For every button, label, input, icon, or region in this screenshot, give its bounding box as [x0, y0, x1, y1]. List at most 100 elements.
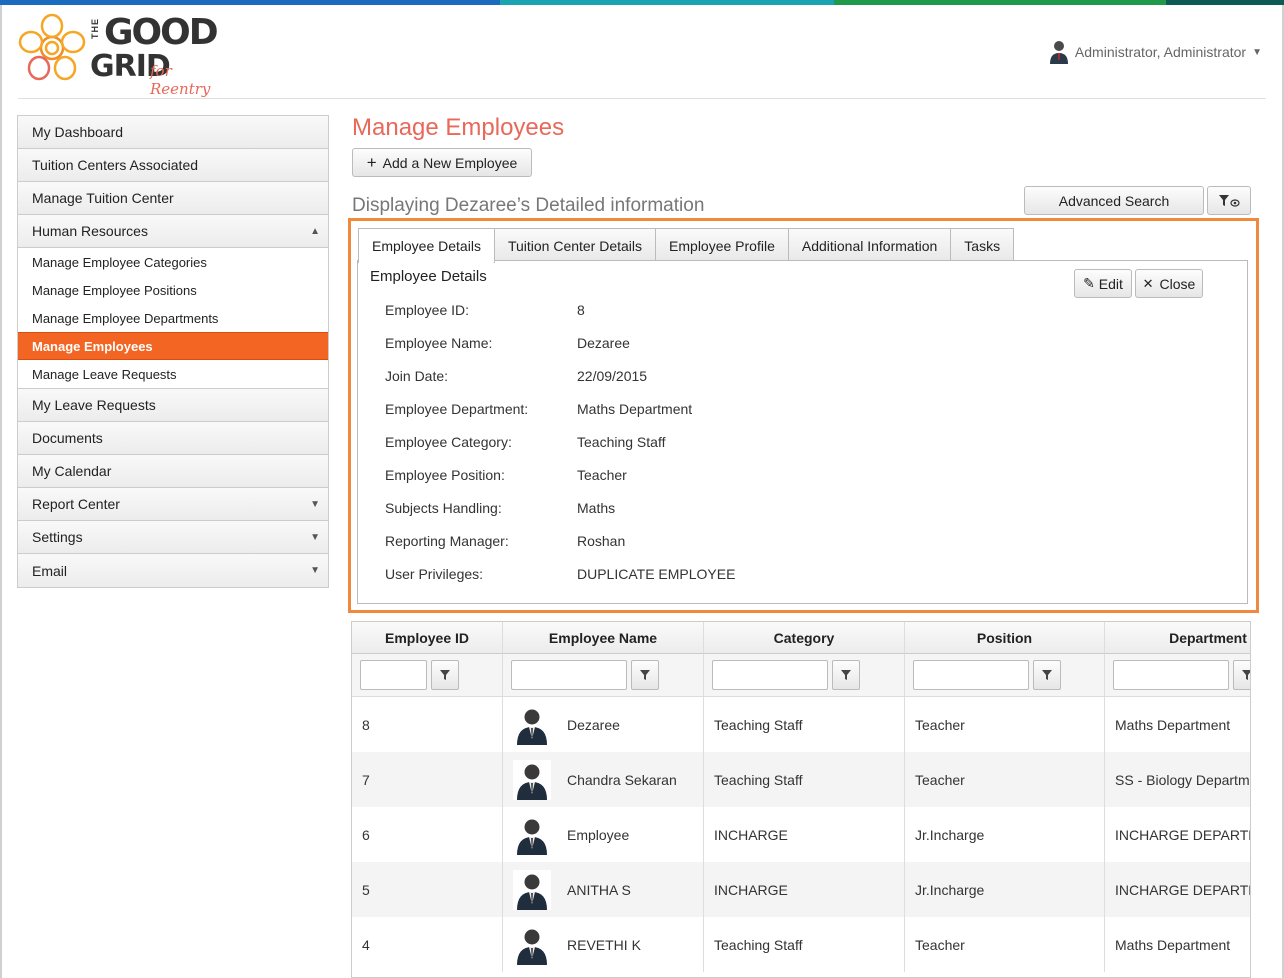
employee-avatar-icon — [517, 819, 547, 855]
sidebar-item-tuition-centers-associated[interactable]: Tuition Centers Associated — [18, 149, 328, 182]
cell-position: Teacher — [905, 752, 1105, 807]
sidebar-item-my-leave-requests[interactable]: My Leave Requests — [18, 389, 328, 422]
cell-category: Teaching Staff — [704, 697, 905, 752]
filter-cell-name — [503, 654, 704, 697]
close-button[interactable]: ✕ Close — [1135, 269, 1203, 298]
filter-eye-icon — [1219, 194, 1240, 207]
logo-the-text: THE — [90, 18, 100, 39]
filter-input-position[interactable] — [913, 660, 1029, 690]
cell-name-text: Chandra Sekaran — [567, 771, 677, 788]
sidebar-subitem-leave-requests[interactable]: Manage Leave Requests — [18, 360, 328, 388]
field-label: Employee Position: — [385, 467, 505, 483]
field-subjects: Subjects Handling: Maths — [385, 500, 615, 516]
logo[interactable]: THE GOOD GRID for Reentry — [16, 12, 236, 98]
field-department: Employee Department: Maths Department — [385, 401, 692, 417]
sidebar-subitem-label: Manage Employee Departments — [32, 310, 219, 326]
filter-icon[interactable] — [631, 660, 659, 690]
sidebar-item-label: Report Center — [32, 496, 120, 512]
table-row[interactable]: 8 Dezaree Teaching Staff Teacher Maths D… — [352, 697, 1250, 752]
advanced-search-label: Advanced Search — [1058, 192, 1170, 209]
advanced-search-button[interactable]: Advanced Search — [1024, 186, 1204, 215]
sidebar-item-settings[interactable]: Settings ▼ — [18, 521, 328, 554]
pencil-icon: ✎ — [1083, 275, 1095, 291]
field-join-date: Join Date: 22/09/2015 — [385, 368, 647, 384]
grid-header-row: Employee ID Employee Name Category Posit… — [352, 622, 1250, 654]
filter-input-department[interactable] — [1113, 660, 1229, 690]
filter-icon[interactable] — [1033, 660, 1061, 690]
tab-tuition-center-details[interactable]: Tuition Center Details — [493, 228, 657, 262]
column-header-employee-id[interactable]: Employee ID — [352, 622, 503, 654]
cell-name-text: REVETHI K — [567, 936, 641, 953]
cell-department: SS - Biology Department — [1105, 752, 1250, 807]
sidebar-item-manage-tuition-center[interactable]: Manage Tuition Center — [18, 182, 328, 215]
header-divider — [18, 98, 1266, 99]
user-menu[interactable]: Administrator, Administrator ▼ — [1049, 40, 1262, 64]
column-header-category[interactable]: Category — [704, 622, 905, 654]
filter-icon[interactable] — [431, 660, 459, 690]
sidebar-subitem-manage-employees[interactable]: Manage Employees — [18, 332, 328, 360]
sidebar-item-label: Settings — [32, 529, 83, 545]
field-value: Dezaree — [577, 335, 630, 351]
field-value: 8 — [577, 302, 585, 318]
sidebar-item-email[interactable]: Email ▼ — [18, 554, 328, 587]
detail-tabs: Employee Details Tuition Center Details … — [358, 228, 1015, 263]
tab-additional-information[interactable]: Additional Information — [787, 228, 952, 262]
table-row[interactable]: 7 Chandra Sekaran Teaching Staff Teacher… — [352, 752, 1250, 807]
filter-cell-id — [352, 654, 503, 697]
sidebar-item-my-calendar[interactable]: My Calendar — [18, 455, 328, 488]
sidebar-item-documents[interactable]: Documents — [18, 422, 328, 455]
sidebar-item-label: Email — [32, 562, 68, 579]
filter-icon[interactable] — [832, 660, 860, 690]
sidebar-item-my-dashboard[interactable]: My Dashboard — [18, 116, 328, 149]
filter-input-category[interactable] — [712, 660, 828, 690]
cell-name: ANITHA S — [503, 862, 704, 917]
tab-employee-profile[interactable]: Employee Profile — [655, 228, 789, 262]
page-title: Manage Employees — [352, 114, 565, 141]
sidebar-submenu: Manage Employee Categories Manage Employ… — [18, 248, 328, 389]
table-row[interactable]: 5 ANITHA S INCHARGE Jr.Incharge INCHARGE… — [352, 862, 1250, 917]
cell-category: Teaching Staff — [704, 917, 905, 972]
close-label: Close — [1159, 275, 1196, 292]
sidebar-subitem-label: Manage Leave Requests — [32, 366, 177, 382]
filter-visibility-button[interactable] — [1207, 186, 1251, 215]
employee-grid: Employee ID Employee Name Category Posit… — [351, 621, 1251, 978]
sidebar-item-report-center[interactable]: Report Center ▼ — [18, 488, 328, 521]
top-color-strip — [0, 0, 1284, 5]
cell-category: INCHARGE — [704, 807, 905, 862]
field-label: Subjects Handling: — [385, 500, 502, 516]
edit-label: Edit — [1098, 275, 1123, 292]
employee-avatar-icon — [513, 759, 551, 800]
sidebar-subitem-employee-categories[interactable]: Manage Employee Categories — [18, 248, 328, 276]
field-label: Employee ID: — [385, 302, 470, 318]
sidebar-item-label: Human Resources — [32, 223, 148, 239]
sidebar-subitem-employee-departments[interactable]: Manage Employee Departments — [18, 304, 328, 332]
tab-tasks[interactable]: Tasks — [950, 228, 1015, 262]
table-row[interactable]: 6 Employee INCHARGE Jr.Incharge INCHARGE… — [352, 807, 1250, 862]
chevron-down-icon: ▼ — [310, 565, 320, 576]
cell-department: INCHARGE DEPARTMENT — [1105, 807, 1250, 862]
cell-name: Chandra Sekaran — [503, 752, 704, 807]
user-name: Administrator, Administrator — [1074, 44, 1247, 60]
field-position: Employee Position: Teacher — [385, 467, 627, 483]
field-employee-name: Employee Name: Dezaree — [385, 335, 630, 351]
cell-department: Maths Department — [1105, 697, 1250, 752]
edit-button[interactable]: ✎ Edit — [1074, 269, 1132, 298]
sidebar: My Dashboard Tuition Centers Associated … — [17, 115, 329, 588]
column-header-department[interactable]: Department — [1105, 622, 1250, 654]
filter-icon[interactable] — [1233, 660, 1250, 690]
field-user-privileges: User Privileges: DUPLICATE EMPLOYEE — [385, 566, 735, 582]
tab-employee-details[interactable]: Employee Details — [358, 228, 495, 263]
filter-input-id[interactable] — [360, 660, 427, 690]
column-header-position[interactable]: Position — [905, 622, 1105, 654]
sidebar-subitem-employee-positions[interactable]: Manage Employee Positions — [18, 276, 328, 304]
field-label: Employee Name: — [385, 335, 493, 351]
add-employee-button[interactable]: + Add a New Employee — [352, 148, 532, 177]
filter-input-name[interactable] — [511, 660, 627, 690]
sidebar-item-label: Manage Tuition Center — [32, 190, 174, 206]
table-row[interactable]: 4 REVETHI K Teaching Staff Teacher Maths… — [352, 917, 1250, 972]
column-header-employee-name[interactable]: Employee Name — [503, 622, 704, 654]
add-employee-label: Add a New Employee — [382, 154, 518, 171]
sidebar-item-human-resources[interactable]: Human Resources ▲ — [18, 215, 328, 248]
field-label: User Privileges: — [385, 566, 484, 582]
cell-department: INCHARGE DEPARTMENT — [1105, 862, 1250, 917]
